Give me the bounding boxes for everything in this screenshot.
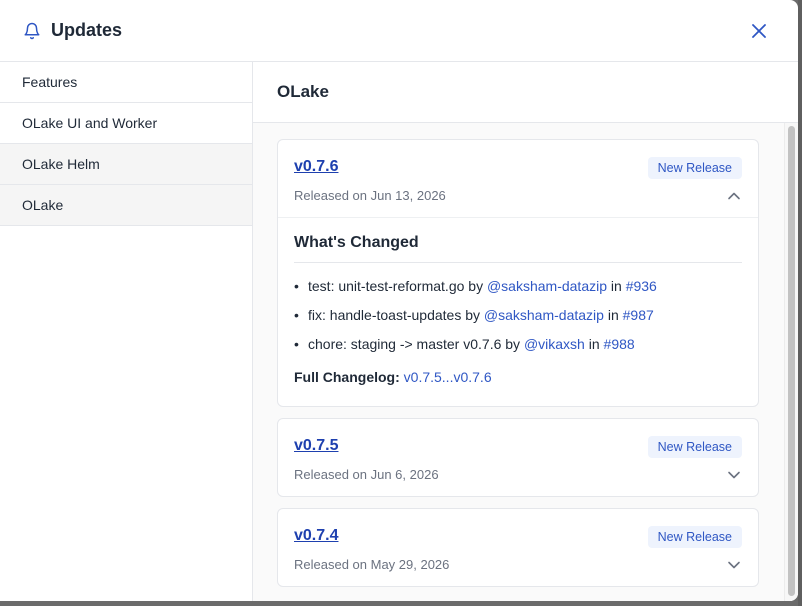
- change-item: • chore: staging -> master v0.7.6 by @vi…: [294, 335, 635, 353]
- sidebar-item-label: OLake: [22, 197, 64, 213]
- sidebar-item-olake[interactable]: OLake: [0, 185, 252, 226]
- release-card: v0.7.6 New Release Released on Jun 13, 2…: [277, 139, 759, 407]
- pr-link[interactable]: #988: [604, 335, 635, 353]
- change-text: test: unit-test-reformat.go by: [308, 278, 484, 294]
- whats-changed-heading: What's Changed: [294, 234, 742, 263]
- full-changelog-label: Full Changelog:: [294, 369, 400, 385]
- release-date: Released on May 29, 2026: [294, 557, 450, 572]
- change-list: • test: unit-test-reformat.go by @saksha…: [294, 277, 742, 364]
- in-text: in: [607, 307, 619, 323]
- main-panel: OLake v0.7.6 New Release Released on Jun…: [253, 62, 798, 601]
- sidebar-item-label: Features: [22, 74, 78, 90]
- sidebar-item-olake-helm[interactable]: OLake Helm: [0, 144, 252, 185]
- release-date: Released on Jun 6, 2026: [294, 467, 439, 482]
- change-text: chore: staging -> master v0.7.6 by: [308, 336, 521, 352]
- close-button[interactable]: [748, 20, 770, 42]
- in-text: in: [588, 336, 600, 352]
- pr-link[interactable]: #987: [623, 306, 654, 324]
- chevron-down-icon[interactable]: [726, 557, 742, 573]
- user-link[interactable]: @vikaxsh: [524, 335, 585, 353]
- release-card-header[interactable]: v0.7.6 New Release Released on Jun 13, 2…: [278, 140, 758, 217]
- release-card-header[interactable]: v0.7.4 New Release Released on May 29, 2…: [278, 509, 758, 586]
- scrollbar-thumb[interactable]: [788, 126, 795, 596]
- change-item: • fix: handle-toast-updates by @saksham-…: [294, 306, 654, 324]
- full-changelog-link[interactable]: v0.7.5...v0.7.6: [404, 369, 492, 385]
- version-link[interactable]: v0.7.5: [294, 437, 338, 455]
- chevron-up-icon[interactable]: [726, 188, 742, 204]
- sidebar: Features OLake UI and Worker OLake Helm …: [0, 62, 253, 601]
- release-date: Released on Jun 13, 2026: [294, 188, 446, 203]
- bell-icon: [22, 21, 42, 41]
- pr-link[interactable]: #936: [626, 277, 657, 295]
- release-card-header[interactable]: v0.7.5 New Release Released on Jun 6, 20…: [278, 419, 758, 496]
- backdrop: [798, 0, 802, 606]
- modal-title: Updates: [51, 20, 123, 40]
- scrollbar[interactable]: [784, 123, 798, 601]
- releases-list: v0.7.6 New Release Released on Jun 13, 2…: [253, 123, 798, 601]
- updates-modal: Updates Features OLake UI and Worker OLa…: [0, 0, 798, 601]
- new-release-badge: New Release: [647, 436, 742, 458]
- version-link[interactable]: v0.7.6: [294, 158, 338, 176]
- in-text: in: [610, 278, 622, 294]
- change-text: fix: handle-toast-updates by: [308, 307, 480, 323]
- main-title: OLake: [253, 62, 798, 123]
- full-changelog: Full Changelog: v0.7.5...v0.7.6: [294, 369, 742, 385]
- user-link[interactable]: @saksham-datazip: [487, 277, 607, 295]
- sidebar-item-features[interactable]: Features: [0, 62, 252, 103]
- sidebar-item-label: OLake UI and Worker: [22, 115, 158, 131]
- new-release-badge: New Release: [647, 526, 742, 548]
- user-link[interactable]: @saksham-datazip: [484, 306, 604, 324]
- new-release-badge: New Release: [647, 157, 742, 179]
- sidebar-item-label: OLake Helm: [22, 156, 100, 172]
- sidebar-item-olake-ui-and-worker[interactable]: OLake UI and Worker: [0, 103, 252, 144]
- version-link[interactable]: v0.7.4: [294, 527, 338, 545]
- release-card: v0.7.5 New Release Released on Jun 6, 20…: [277, 418, 759, 497]
- change-item: • test: unit-test-reformat.go by @saksha…: [294, 277, 657, 295]
- release-card: v0.7.4 New Release Released on May 29, 2…: [277, 508, 759, 587]
- modal-header: Updates: [0, 0, 798, 62]
- close-icon: [752, 24, 766, 38]
- release-notes: What's Changed • test: unit-test-reforma…: [278, 217, 758, 406]
- chevron-down-icon[interactable]: [726, 467, 742, 483]
